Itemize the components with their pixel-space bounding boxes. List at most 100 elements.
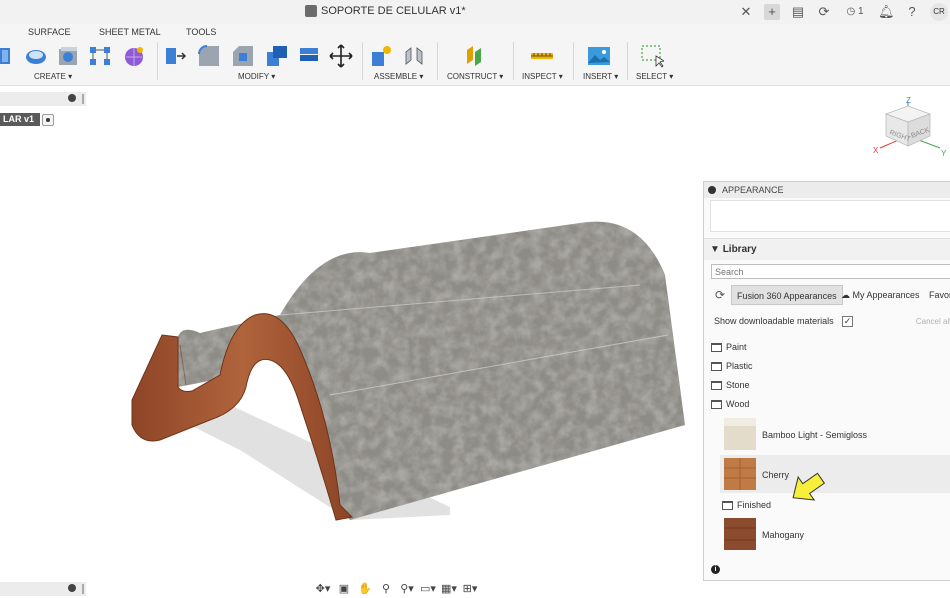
title-actions: ✕ + ▤ ⟳ ◷ 1 🔔︎ ? CR bbox=[738, 3, 948, 21]
tab-tools[interactable]: TOOLS bbox=[186, 27, 216, 37]
tab-fusion-appearances[interactable]: Fusion 360 Appearances bbox=[731, 285, 843, 305]
notifications-icon[interactable]: 🔔︎ bbox=[878, 4, 895, 20]
refresh-icon[interactable]: ⟳ bbox=[711, 285, 729, 305]
appearance-panel: APPEARANCE ▼ Library ⟳ Fusion 360 Appear… bbox=[703, 181, 950, 581]
close-tab-icon[interactable]: ✕ bbox=[738, 4, 754, 20]
active-component-radio[interactable] bbox=[42, 114, 54, 126]
folder-stone[interactable]: Stone bbox=[711, 378, 750, 392]
user-avatar[interactable]: CR bbox=[930, 3, 948, 21]
collapse-icon[interactable] bbox=[708, 186, 716, 194]
cancel-all-link[interactable]: Cancel all bbox=[916, 317, 950, 326]
show-downloadable-checkbox[interactable]: ✓ bbox=[842, 316, 853, 327]
move-icon[interactable] bbox=[329, 44, 353, 68]
material-bamboo-light[interactable]: Bamboo Light - Semigloss bbox=[720, 415, 950, 453]
tab-favorites[interactable]: Favori bbox=[929, 285, 950, 305]
navigation-bar: ✥▾ ▣ ✋ ⚲ ⚲▾ ▭▾ ▦▾ ⊞▾ bbox=[314, 580, 496, 597]
zoom-icon[interactable]: ⚲ bbox=[377, 582, 395, 596]
inspect-menu[interactable]: INSPECT ▾ bbox=[522, 72, 563, 81]
browser-root-node[interactable]: LAR v1 bbox=[0, 113, 40, 126]
material-swatch bbox=[724, 458, 756, 490]
construct-group: CONSTRUCT ▾ bbox=[443, 42, 509, 82]
document-title: SOPORTE DE CELULAR v1* bbox=[305, 5, 466, 17]
viewports-icon[interactable]: ⊞▾ bbox=[461, 582, 479, 596]
folder-label: Paint bbox=[726, 342, 747, 352]
window-select-icon[interactable] bbox=[640, 44, 664, 68]
orbit-icon[interactable]: ✥▾ bbox=[314, 582, 332, 596]
revolve-icon[interactable] bbox=[24, 44, 48, 68]
help-icon[interactable]: ? bbox=[904, 4, 920, 20]
hole-icon[interactable] bbox=[56, 44, 80, 68]
assemble-group: ASSEMBLE ▾ bbox=[368, 42, 432, 82]
shell-icon[interactable] bbox=[265, 44, 289, 68]
expand-triangle-icon: ▼ bbox=[710, 244, 723, 255]
in-this-design-area bbox=[710, 200, 950, 232]
create-form-icon[interactable] bbox=[122, 44, 146, 68]
panel-grip-icon[interactable] bbox=[82, 94, 84, 104]
material-cherry[interactable]: Cherry bbox=[720, 455, 950, 493]
select-menu[interactable]: SELECT ▾ bbox=[636, 72, 673, 81]
library-section-header[interactable]: ▼ Library bbox=[704, 238, 950, 260]
chamfer-icon[interactable] bbox=[231, 44, 255, 68]
folder-label: Plastic bbox=[726, 361, 753, 371]
extensions-icon[interactable]: ▤ bbox=[790, 4, 806, 20]
display-settings-icon[interactable]: ▭▾ bbox=[419, 582, 437, 596]
axis-y-label: Y bbox=[941, 149, 947, 158]
tab-my-appearances[interactable]: ☁ My Appearances bbox=[841, 285, 920, 305]
select-group: SELECT ▾ bbox=[632, 42, 682, 82]
tab-sheet-metal[interactable]: SHEET METAL bbox=[99, 27, 161, 37]
grid-settings-icon[interactable]: ▦▾ bbox=[440, 582, 458, 596]
separator bbox=[437, 42, 438, 80]
new-component-icon[interactable] bbox=[370, 44, 394, 68]
folder-icon bbox=[711, 399, 722, 409]
insert-menu[interactable]: INSERT ▾ bbox=[583, 72, 618, 81]
title-bar: SOPORTE DE CELULAR v1* ✕ + ▤ ⟳ ◷ 1 🔔︎ ? … bbox=[0, 0, 950, 24]
pan-icon[interactable]: ✋ bbox=[356, 582, 374, 596]
modify-menu[interactable]: MODIFY ▾ bbox=[238, 72, 275, 81]
appearance-panel-header: APPEARANCE bbox=[704, 182, 950, 198]
pointer-arrow-icon bbox=[792, 472, 826, 501]
assemble-menu[interactable]: ASSEMBLE ▾ bbox=[374, 72, 423, 81]
construct-menu[interactable]: CONSTRUCT ▾ bbox=[447, 72, 503, 81]
create-menu[interactable]: CREATE ▾ bbox=[34, 72, 72, 81]
folder-icon bbox=[722, 500, 733, 510]
offset-plane-icon[interactable] bbox=[463, 44, 487, 68]
material-swatch bbox=[724, 518, 756, 550]
insert-group: INSERT ▾ bbox=[578, 42, 622, 82]
folder-label: Wood bbox=[726, 399, 750, 409]
phone-stand-model[interactable] bbox=[120, 215, 700, 535]
document-icon bbox=[305, 5, 317, 17]
pattern-icon[interactable] bbox=[88, 44, 112, 68]
folder-paint[interactable]: Paint bbox=[711, 340, 747, 354]
folder-plastic[interactable]: Plastic bbox=[711, 359, 753, 373]
folder-icon bbox=[711, 380, 722, 390]
look-at-icon[interactable]: ▣ bbox=[335, 582, 353, 596]
material-mahogany[interactable]: Mahogany bbox=[720, 515, 950, 553]
separator bbox=[513, 42, 514, 80]
folder-finished[interactable]: Finished bbox=[722, 498, 771, 512]
search-input[interactable] bbox=[711, 264, 950, 279]
tab-surface[interactable]: SURFACE bbox=[28, 27, 71, 37]
library-heading: Library bbox=[722, 244, 757, 255]
new-tab-icon[interactable]: + bbox=[764, 4, 780, 20]
viewcube[interactable]: RIGHT BACK Z X Y bbox=[870, 96, 950, 160]
folder-wood[interactable]: Wood bbox=[711, 397, 749, 411]
fit-icon[interactable]: ⚲▾ bbox=[398, 582, 416, 596]
folder-label: Finished bbox=[737, 500, 772, 510]
panel-grip-icon[interactable] bbox=[82, 584, 84, 594]
insert-image-icon[interactable] bbox=[587, 44, 611, 68]
tab-my-appearances-label: My Appearances bbox=[852, 290, 920, 300]
online-status-icon[interactable]: ⟳ bbox=[816, 4, 832, 20]
info-icon[interactable]: i bbox=[711, 565, 720, 574]
fillet-icon[interactable] bbox=[197, 44, 221, 68]
extrude-icon[interactable] bbox=[0, 44, 24, 68]
press-pull-icon[interactable] bbox=[163, 44, 187, 68]
stone-texture bbox=[178, 221, 685, 520]
joint-icon[interactable] bbox=[402, 44, 426, 68]
separator bbox=[157, 42, 158, 80]
measure-icon[interactable] bbox=[530, 44, 554, 68]
expand-icon[interactable] bbox=[68, 584, 76, 592]
appearance-title: APPEARANCE bbox=[722, 185, 784, 195]
job-status-icon[interactable]: ◷ 1 bbox=[842, 4, 868, 20]
collapse-icon[interactable] bbox=[68, 94, 76, 102]
combine-icon[interactable] bbox=[297, 44, 321, 68]
